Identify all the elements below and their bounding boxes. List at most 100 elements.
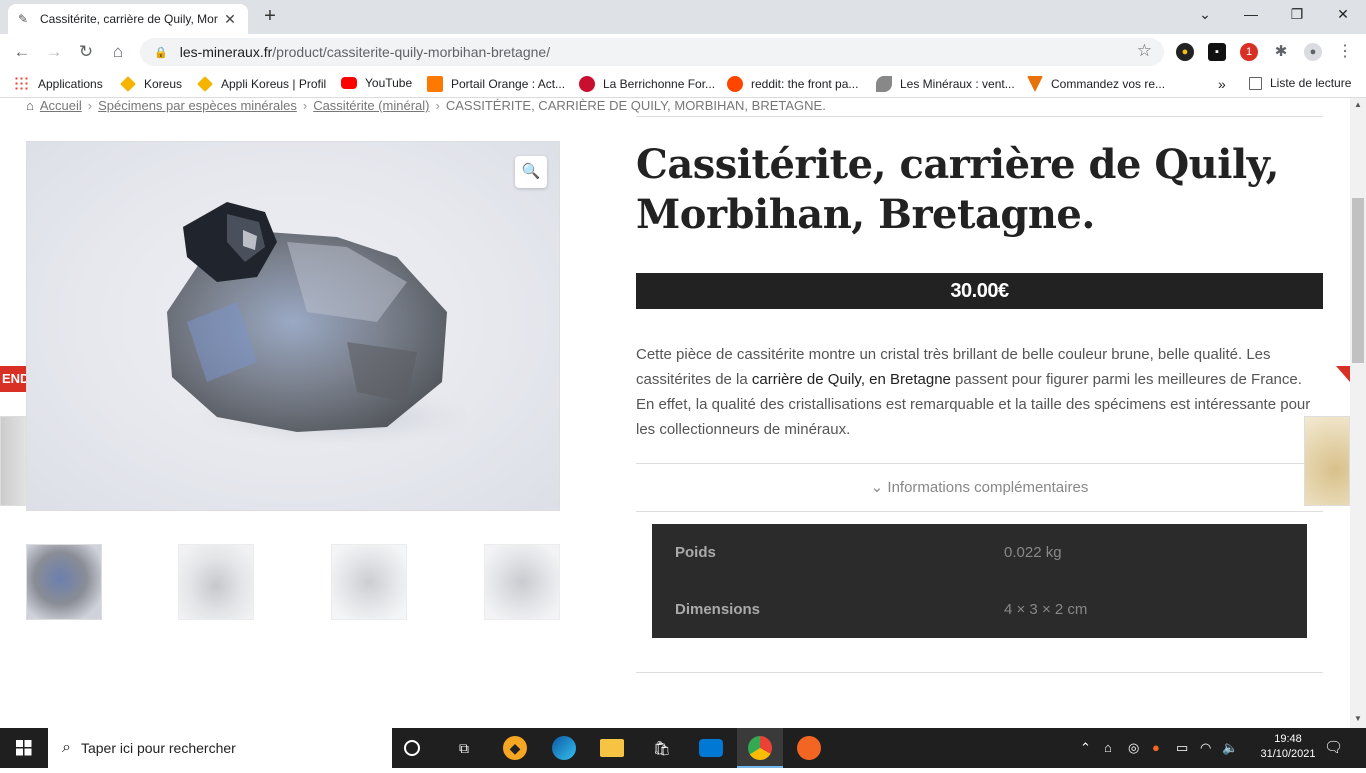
- battery-icon[interactable]: ▭: [1176, 740, 1188, 756]
- bookmark-star-icon[interactable]: ☆: [1137, 41, 1152, 61]
- bookmark-applications[interactable]: Applications: [14, 76, 103, 92]
- chevron-right-icon: ›: [302, 98, 308, 113]
- notifications-icon[interactable]: 🗨: [1324, 738, 1343, 756]
- cortana-icon[interactable]: [404, 740, 420, 756]
- bookmark-berrichonne[interactable]: La Berrichonne For...: [579, 76, 715, 92]
- extension-badge-icon[interactable]: 1: [1240, 43, 1258, 61]
- bookmark-appli-koreus[interactable]: Appli Koreus | Profil: [197, 76, 326, 92]
- tab-search-icon[interactable]: ⌄: [1182, 0, 1228, 30]
- mineral-favicon-icon: ✎: [18, 12, 29, 26]
- menu-kebab-icon[interactable]: ⋮: [1336, 43, 1354, 61]
- scroll-thumb[interactable]: [1352, 198, 1364, 363]
- reload-icon[interactable]: ↻: [74, 40, 98, 64]
- close-window-button[interactable]: ✕: [1320, 0, 1366, 30]
- chevron-up-icon[interactable]: ⌃: [1080, 740, 1091, 756]
- product-thumbnail[interactable]: [178, 544, 254, 620]
- windows-taskbar: ⌕ Taper ici pour rechercher ⧉ ◆ 🛍 ⌃ ⌂ ◎ …: [0, 728, 1366, 768]
- youtube-icon: [341, 77, 357, 89]
- profile-avatar-icon[interactable]: ●: [1304, 43, 1322, 61]
- koreus-icon: [197, 76, 213, 92]
- reading-list-button[interactable]: Liste de lecture: [1249, 76, 1351, 90]
- avast-icon[interactable]: ●: [1152, 740, 1160, 755]
- breadcrumb-current: CASSITÉRITE, CARRIÈRE DE QUILY, MORBIHAN…: [445, 98, 826, 113]
- lock-icon: 🔒: [154, 46, 168, 59]
- bookmark-commandez[interactable]: Commandez vos re...: [1027, 76, 1165, 92]
- close-tab-icon[interactable]: ✕: [222, 11, 238, 28]
- new-tab-button[interactable]: +: [258, 5, 282, 29]
- product-description: Cette pièce de cassitérite montre un cri…: [636, 342, 1316, 442]
- additional-info-toggle[interactable]: ⌄ Informations complémentaires: [636, 478, 1323, 496]
- next-product-thumbnail[interactable]: [1304, 416, 1350, 506]
- attribute-value: 0.022 kg: [1004, 544, 1062, 561]
- bookmark-label: Koreus: [144, 77, 183, 91]
- clock-time: 19:48: [1274, 733, 1302, 745]
- minimize-button[interactable]: —: [1228, 0, 1274, 30]
- quily-quarry-link[interactable]: carrière de Quily, en Bretagne: [752, 371, 951, 388]
- breadcrumb-home[interactable]: Accueil: [40, 98, 82, 113]
- product-thumbnail[interactable]: [26, 544, 102, 620]
- bookmark-label: Commandez vos re...: [1051, 77, 1166, 91]
- attribute-name: Poids: [675, 544, 716, 561]
- volume-icon[interactable]: 🔈: [1222, 740, 1238, 756]
- forward-icon[interactable]: →: [42, 40, 66, 64]
- network-app-icon[interactable]: ⌂: [1104, 740, 1112, 755]
- divider: [636, 672, 1323, 673]
- store-icon[interactable]: 🛍: [650, 736, 674, 760]
- breadcrumb-category[interactable]: Spécimens par espèces minérales: [98, 98, 297, 113]
- apps-grid-icon: [14, 76, 30, 92]
- bookmark-label: YouTube: [365, 76, 413, 90]
- koreus-icon: [120, 76, 136, 92]
- sublime-icon[interactable]: [797, 736, 821, 760]
- tab-strip: ✎ Cassitérite, carrière de Quily, Mor ✕ …: [0, 0, 1366, 34]
- back-icon[interactable]: ←: [10, 40, 34, 64]
- product-thumbnail[interactable]: [331, 544, 407, 620]
- attributes-table: Poids 0.022 kg Dimensions 4 × 3 × 2 cm: [652, 524, 1307, 638]
- wifi-icon[interactable]: ◠: [1200, 740, 1211, 756]
- berrichonne-icon: [579, 76, 595, 92]
- divider: [636, 463, 1323, 464]
- product-thumbnail[interactable]: [484, 544, 560, 620]
- clock-date: 31/10/2021: [1260, 748, 1316, 760]
- clock[interactable]: 19:48 31/10/2021: [1258, 732, 1318, 762]
- mail-icon[interactable]: [699, 739, 723, 757]
- bookmarks-overflow-button[interactable]: »: [1218, 76, 1226, 92]
- extensions-puzzle-icon[interactable]: ✱: [1272, 43, 1290, 61]
- bookmark-label: Appli Koreus | Profil: [221, 77, 327, 91]
- bookmark-koreus[interactable]: Koreus: [120, 76, 182, 92]
- scroll-down-icon[interactable]: ▼: [1350, 714, 1366, 723]
- search-icon: ⌕: [62, 739, 71, 756]
- product-main-image[interactable]: 🔍: [26, 141, 560, 511]
- bookmark-youtube[interactable]: YouTube: [341, 76, 412, 90]
- file-explorer-icon[interactable]: [600, 739, 624, 757]
- windows-logo-icon: [16, 740, 32, 756]
- url-host: les-mineraux.fr: [179, 44, 273, 60]
- table-row: Poids 0.022 kg: [652, 524, 1307, 581]
- bookmark-reddit[interactable]: reddit: the front pa...: [727, 76, 858, 92]
- bookmark-orange[interactable]: Portail Orange : Act...: [427, 76, 565, 92]
- extension-icon-1[interactable]: ●: [1176, 43, 1194, 61]
- browser-tab[interactable]: ✎ Cassitérite, carrière de Quily, Mor ✕: [8, 4, 248, 34]
- breadcrumb-subcategory[interactable]: Cassitérite (minéral): [313, 98, 429, 113]
- home-icon[interactable]: ⌂: [106, 40, 130, 64]
- zoom-icon[interactable]: 🔍: [515, 156, 547, 188]
- reading-list-label: Liste de lecture: [1270, 76, 1352, 90]
- orange-icon: [427, 76, 443, 92]
- scroll-up-icon[interactable]: ▲: [1350, 100, 1366, 109]
- task-view-icon[interactable]: ⧉: [452, 736, 476, 760]
- divider: [636, 511, 1323, 512]
- chrome-icon[interactable]: [748, 736, 772, 760]
- brave-browser-icon[interactable]: ◆: [503, 736, 527, 760]
- windows-start-button[interactable]: [0, 728, 48, 768]
- tab-title: Cassitérite, carrière de Quily, Mor: [40, 12, 218, 26]
- page-scrollbar[interactable]: ▲ ▼: [1350, 98, 1366, 728]
- sold-corner-flag: [1336, 366, 1350, 382]
- bookmark-les-mineraux[interactable]: Les Minéraux : vent...: [876, 76, 1015, 92]
- edge-icon[interactable]: [552, 736, 576, 760]
- browser-toolbar: ← → ↻ ⌂ 🔒 les-mineraux.fr/product/cassit…: [0, 34, 1366, 70]
- camera-icon[interactable]: ◎: [1128, 740, 1139, 756]
- extension-icon-2[interactable]: ▪: [1208, 43, 1226, 61]
- address-bar[interactable]: 🔒 les-mineraux.fr/product/cassiterite-qu…: [140, 38, 1164, 66]
- bookmark-label: La Berrichonne For...: [603, 77, 716, 91]
- restore-button[interactable]: ❐: [1274, 0, 1320, 30]
- taskbar-search-input[interactable]: ⌕ Taper ici pour rechercher: [48, 728, 392, 768]
